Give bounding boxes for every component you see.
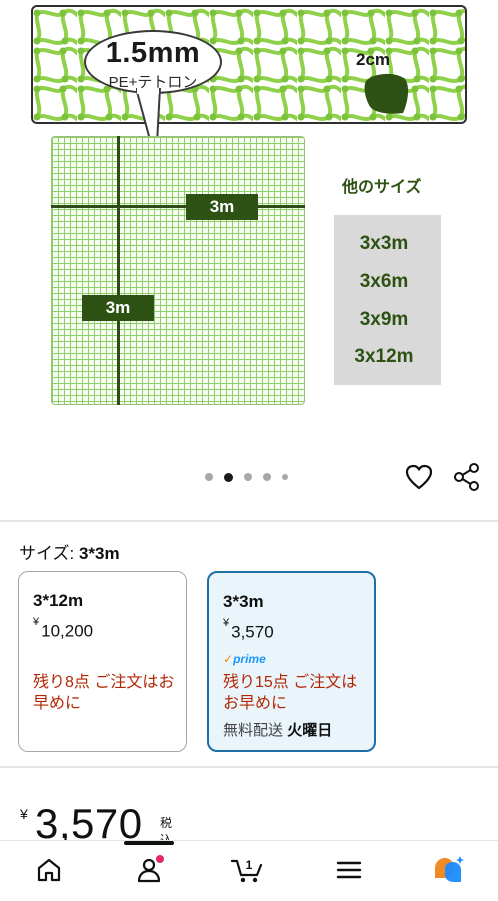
other-size-item: 3x9m <box>359 309 409 330</box>
mesh-size-label: 2cm <box>356 50 391 69</box>
carousel-dot[interactable] <box>282 474 288 480</box>
size-label: サイズ: <box>19 544 75 563</box>
material-label: PE+テトロン <box>108 74 198 91</box>
size-option-name: 3*12m <box>33 591 84 610</box>
menu-icon[interactable] <box>334 855 364 885</box>
currency-symbol: ¥ <box>33 616 40 628</box>
other-sizes-title: 他のサイズ <box>342 179 422 196</box>
cart-count: 1 <box>246 858 253 872</box>
height-dimension-label: 3m <box>82 295 154 321</box>
size-option-card[interactable]: 3*12m ¥10,200 残り8点 ご注文はお早めに <box>18 571 187 752</box>
prime-badge: ✓prime <box>223 652 266 666</box>
width-dimension-label: 3m <box>186 194 258 220</box>
mesh-hole-highlight <box>364 73 409 114</box>
other-sizes-box: 3x3m 3x6m 3x9m 3x12m <box>334 215 441 385</box>
stock-warning: 残り8点 ご注文はお早めに <box>33 674 175 712</box>
currency-symbol: ¥ <box>20 806 28 822</box>
home-icon[interactable] <box>34 855 64 885</box>
currency-symbol: ¥ <box>223 617 230 629</box>
selected-size-value: 3*3m <box>78 544 120 563</box>
notification-dot <box>156 855 164 863</box>
shipping-info: 無料配送 火曜日 <box>223 719 332 740</box>
other-size-item: 3x3m <box>359 233 409 254</box>
size-option-card-selected[interactable]: 3*3m ¥3,570 ✓prime 残り15点 ご注文はお早めに 無料配送 火… <box>207 571 376 752</box>
carousel-dot[interactable] <box>205 473 213 481</box>
active-tab-indicator <box>124 841 174 845</box>
net-illustration <box>51 136 305 405</box>
width-dimension-line <box>51 205 305 208</box>
carousel-dots[interactable] <box>205 472 299 482</box>
section-divider <box>0 520 498 522</box>
shipping-day: 火曜日 <box>287 722 333 739</box>
carousel-dot-active[interactable] <box>224 472 233 482</box>
thread-thickness-label: 1.5mm <box>105 37 201 69</box>
other-size-item: 3x12m <box>354 346 414 367</box>
price-value: 10,200 <box>41 621 94 641</box>
account-icon[interactable] <box>134 855 164 885</box>
carousel-dot[interactable] <box>263 473 271 481</box>
ai-assistant-icon[interactable] <box>432 855 466 885</box>
heart-icon[interactable] <box>404 462 434 492</box>
cart-icon[interactable]: 1 <box>230 855 266 885</box>
size-selector-heading: サイズ: 3*3m <box>19 539 120 564</box>
other-size-item: 3x6m <box>359 271 409 292</box>
share-icon[interactable] <box>452 462 482 492</box>
carousel-dot[interactable] <box>244 473 252 481</box>
size-option-price: ¥3,570 <box>223 617 274 643</box>
section-divider <box>0 766 498 768</box>
price-value: 3,570 <box>231 622 274 642</box>
product-image[interactable]: 1.5mm PE+テトロン 2cm 3m 3m 他のサイズ 3x3m 3x6m … <box>0 0 498 455</box>
shipping-label: 無料配送 <box>223 722 284 739</box>
height-dimension-line <box>117 136 120 405</box>
size-option-name: 3*3m <box>223 592 264 611</box>
prime-check-icon: ✓ <box>223 652 234 666</box>
size-option-price: ¥10,200 <box>33 616 94 642</box>
bottom-nav: 1 <box>0 840 498 901</box>
stock-warning: 残り15点 ご注文はお早めに <box>223 674 358 712</box>
